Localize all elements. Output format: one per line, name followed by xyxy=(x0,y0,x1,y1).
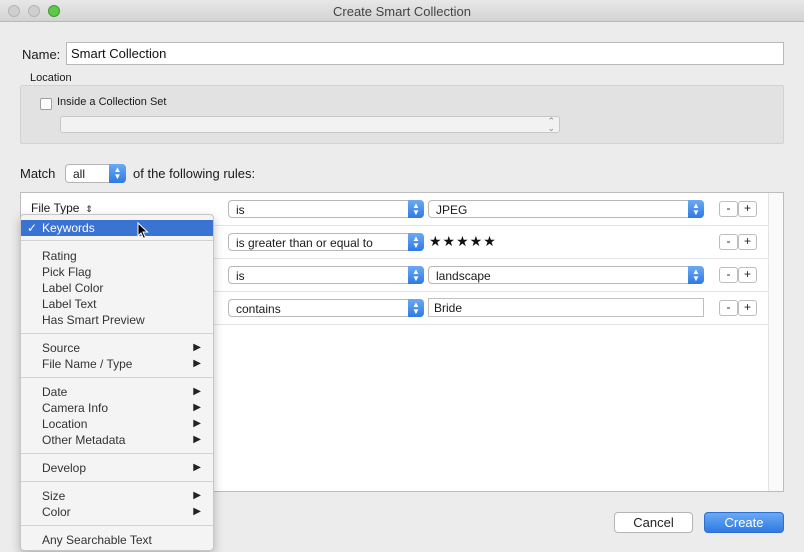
submenu-arrow-icon: ▶ xyxy=(193,402,201,413)
window-title: Create Smart Collection xyxy=(333,4,471,19)
add-rule-button[interactable]: + xyxy=(738,201,757,217)
collection-set-select[interactable]: ⌃ ⌄ xyxy=(60,116,560,133)
updown-arrows-icon: ▲ ▼ xyxy=(109,164,126,183)
updown-arrows-icon: ▲ ▼ xyxy=(688,200,704,218)
submenu-arrow-icon: ▶ xyxy=(193,358,201,369)
updown-arrows-icon: ⇕ xyxy=(82,204,93,214)
updown-arrows-icon: ▲ ▼ xyxy=(688,266,704,284)
menu-separator xyxy=(21,525,213,526)
location-group xyxy=(20,85,784,144)
rule-operator-select[interactable]: contains ▲ ▼ xyxy=(228,299,424,317)
rule-operator-value: is xyxy=(236,203,245,217)
location-label: Location xyxy=(30,72,72,84)
add-rule-button[interactable]: + xyxy=(738,300,757,316)
menu-item-other-metadata[interactable]: Other Metadata ▶ xyxy=(21,432,213,448)
rule-value: landscape xyxy=(436,269,491,283)
updown-arrows-icon: ▲ ▼ xyxy=(408,233,424,251)
menu-separator xyxy=(21,481,213,482)
rule-operator-value: is greater than or equal to xyxy=(236,236,373,250)
inside-collection-set-label: Inside a Collection Set xyxy=(57,96,167,108)
rule-value-select[interactable]: landscape ▲ ▼ xyxy=(428,266,704,284)
menu-item-any-searchable-text[interactable]: Any Searchable Text xyxy=(21,532,213,548)
inside-collection-set-checkbox[interactable] xyxy=(40,98,52,110)
menu-separator xyxy=(21,453,213,454)
menu-item-location[interactable]: Location ▶ xyxy=(21,416,213,432)
match-suffix: of the following rules: xyxy=(133,166,256,181)
remove-rule-button[interactable]: - xyxy=(719,234,738,250)
cancel-button[interactable]: Cancel xyxy=(614,512,693,533)
rule-field-select[interactable]: File Type ⇕ xyxy=(31,201,93,215)
rules-scrollbar[interactable] xyxy=(768,193,783,491)
rule-operator-select[interactable]: is ▲ ▼ xyxy=(228,266,424,284)
submenu-arrow-icon: ▶ xyxy=(193,506,201,517)
menu-separator xyxy=(21,333,213,334)
menu-item-pick-flag[interactable]: Pick Flag xyxy=(21,264,213,280)
menu-item-source[interactable]: Source ▶ xyxy=(21,340,213,356)
remove-rule-button[interactable]: - xyxy=(719,300,738,316)
rule-value: JPEG xyxy=(436,203,468,217)
menu-item-keywords[interactable]: ✓ Keywords xyxy=(21,220,213,236)
menu-separator xyxy=(21,240,213,241)
updown-arrows-icon: ▲ ▼ xyxy=(408,299,424,317)
submenu-arrow-icon: ▶ xyxy=(193,386,201,397)
title-bar: Create Smart Collection xyxy=(0,0,804,22)
menu-item-size[interactable]: Size ▶ xyxy=(21,488,213,504)
name-label: Name: xyxy=(22,47,61,62)
updown-arrows-icon: ⌃ ⌄ xyxy=(547,116,555,133)
menu-item-label-color[interactable]: Label Color xyxy=(21,280,213,296)
menu-item-has-smart-preview[interactable]: Has Smart Preview xyxy=(21,312,213,328)
menu-item-label-text[interactable]: Label Text xyxy=(21,296,213,312)
submenu-arrow-icon: ▶ xyxy=(193,342,201,353)
match-label: Match xyxy=(20,166,56,181)
menu-separator xyxy=(21,377,213,378)
submenu-arrow-icon: ▶ xyxy=(193,490,201,501)
add-rule-button[interactable]: + xyxy=(738,267,757,283)
updown-arrows-icon: ▲ ▼ xyxy=(408,200,424,218)
rule-operator-value: contains xyxy=(236,302,281,316)
rule-operator-select[interactable]: is greater than or equal to ▲ ▼ xyxy=(228,233,424,251)
match-mode-select[interactable]: all ▲ ▼ xyxy=(65,164,126,183)
collection-name-input[interactable] xyxy=(66,42,784,65)
rule-field-value: File Type xyxy=(31,201,80,215)
menu-item-date[interactable]: Date ▶ xyxy=(21,384,213,400)
submenu-arrow-icon: ▶ xyxy=(193,462,201,473)
add-rule-button[interactable]: + xyxy=(738,234,757,250)
updown-arrows-icon: ▲ ▼ xyxy=(408,266,424,284)
create-button[interactable]: Create xyxy=(704,512,784,533)
rule-value-input[interactable]: Bride xyxy=(428,298,704,317)
rule-operator-select[interactable]: is ▲ ▼ xyxy=(228,200,424,218)
mouse-pointer-icon xyxy=(137,222,149,240)
menu-item-color[interactable]: Color ▶ xyxy=(21,504,213,520)
remove-rule-button[interactable]: - xyxy=(719,267,738,283)
menu-item-file-name-type[interactable]: File Name / Type ▶ xyxy=(21,356,213,372)
rule-operator-value: is xyxy=(236,269,245,283)
remove-rule-button[interactable]: - xyxy=(719,201,738,217)
checkmark-icon: ✓ xyxy=(27,221,38,235)
submenu-arrow-icon: ▶ xyxy=(193,434,201,445)
match-mode-value: all xyxy=(73,167,86,181)
field-dropdown-menu: ✓ Keywords Rating Pick Flag Label Color … xyxy=(20,214,214,551)
submenu-arrow-icon: ▶ xyxy=(193,418,201,429)
rule-value-select[interactable]: JPEG ▲ ▼ xyxy=(428,200,704,218)
menu-item-develop[interactable]: Develop ▶ xyxy=(21,460,213,476)
menu-item-camera-info[interactable]: Camera Info ▶ xyxy=(21,400,213,416)
rating-stars[interactable]: ★★★★★ xyxy=(429,233,497,250)
menu-item-rating[interactable]: Rating xyxy=(21,248,213,264)
